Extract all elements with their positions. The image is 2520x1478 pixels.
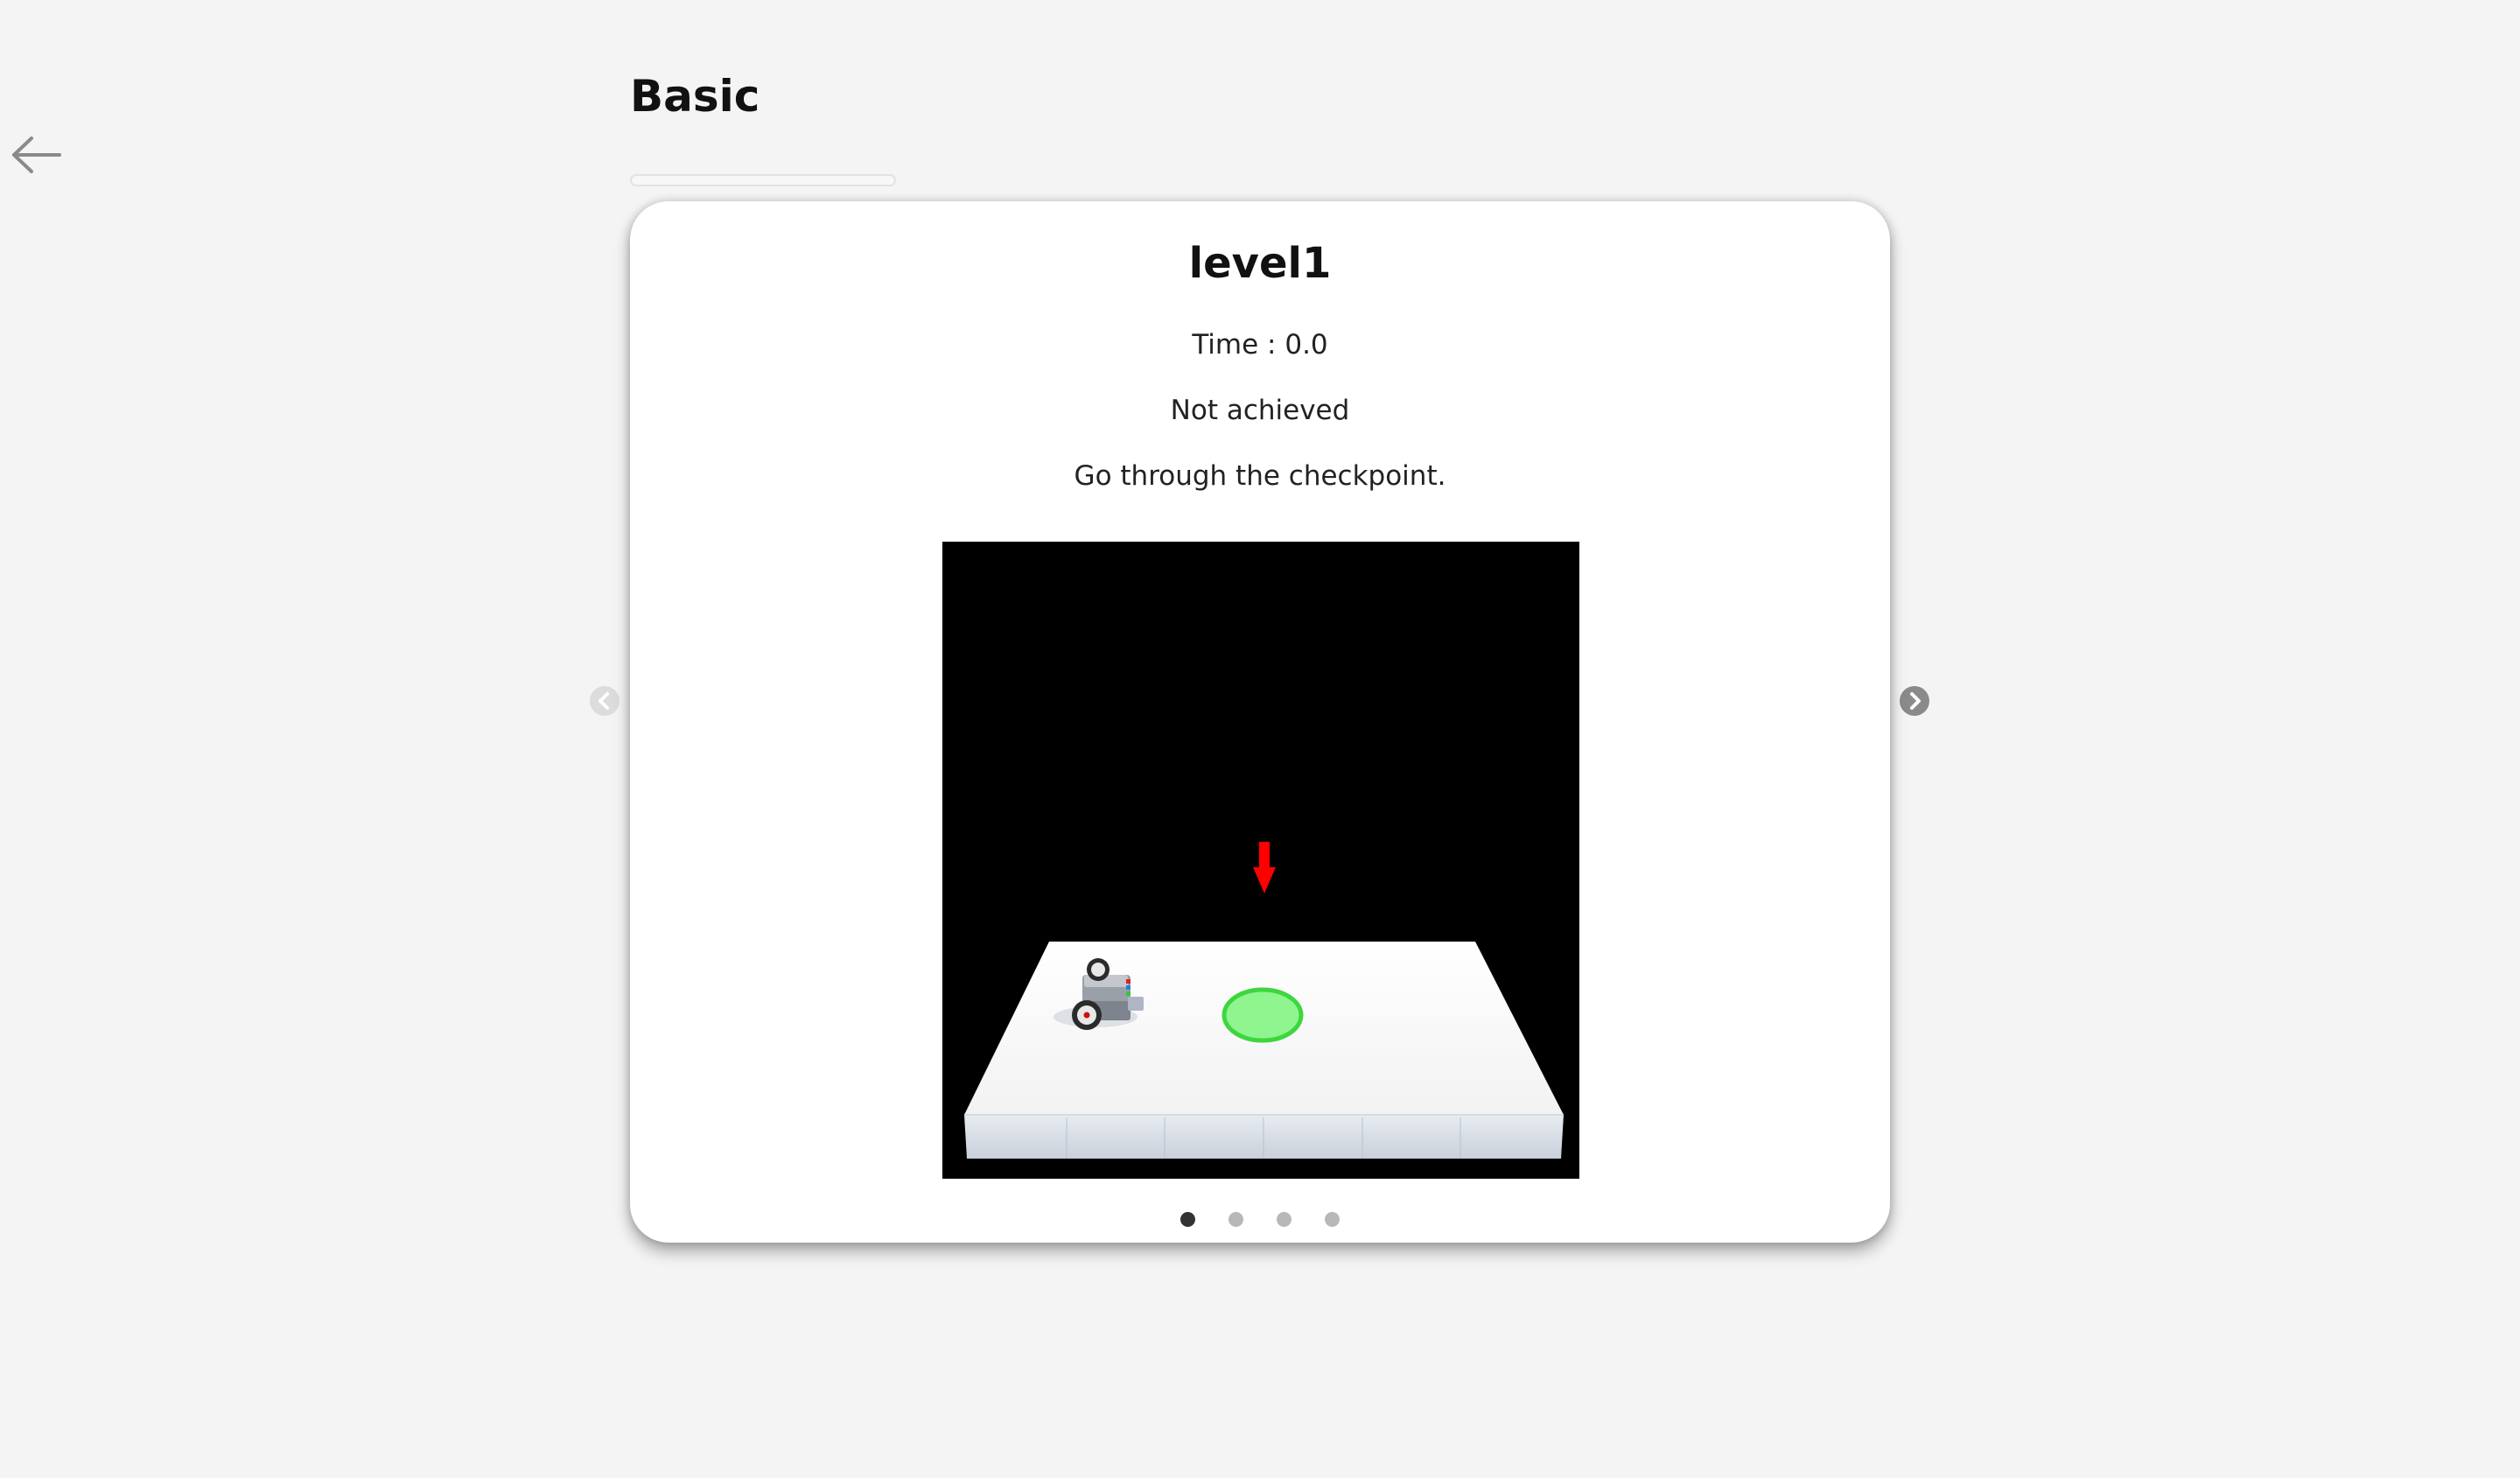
chevron-left-icon <box>598 692 609 710</box>
carousel-dot[interactable] <box>1325 1212 1340 1227</box>
level-card: level1 Time : 0.0 Not achieved Go throug… <box>630 201 1890 1243</box>
chevron-right-icon <box>1910 692 1921 710</box>
page-title: Basic <box>630 71 760 122</box>
progress-bar <box>630 174 896 186</box>
arrow-left-icon <box>12 137 61 173</box>
simulation-scene <box>942 542 1579 1179</box>
carousel-dot[interactable] <box>1228 1212 1243 1227</box>
back-button[interactable] <box>9 131 65 179</box>
checkpoint-circle <box>1222 987 1304 1043</box>
platform <box>964 942 1564 1159</box>
prev-level-button[interactable] <box>590 686 620 716</box>
time-readout: Time : 0.0 <box>1192 329 1328 361</box>
carousel-dot[interactable] <box>1180 1212 1195 1227</box>
level-objective: Go through the checkpoint. <box>1074 460 1446 492</box>
level-title: level1 <box>1188 239 1332 288</box>
next-level-button[interactable] <box>1900 686 1929 716</box>
simulation-viewport[interactable] <box>942 542 1579 1179</box>
achievement-status: Not achieved <box>1170 395 1350 426</box>
carousel-dot[interactable] <box>1277 1212 1292 1227</box>
carousel-indicator <box>630 1212 1890 1227</box>
